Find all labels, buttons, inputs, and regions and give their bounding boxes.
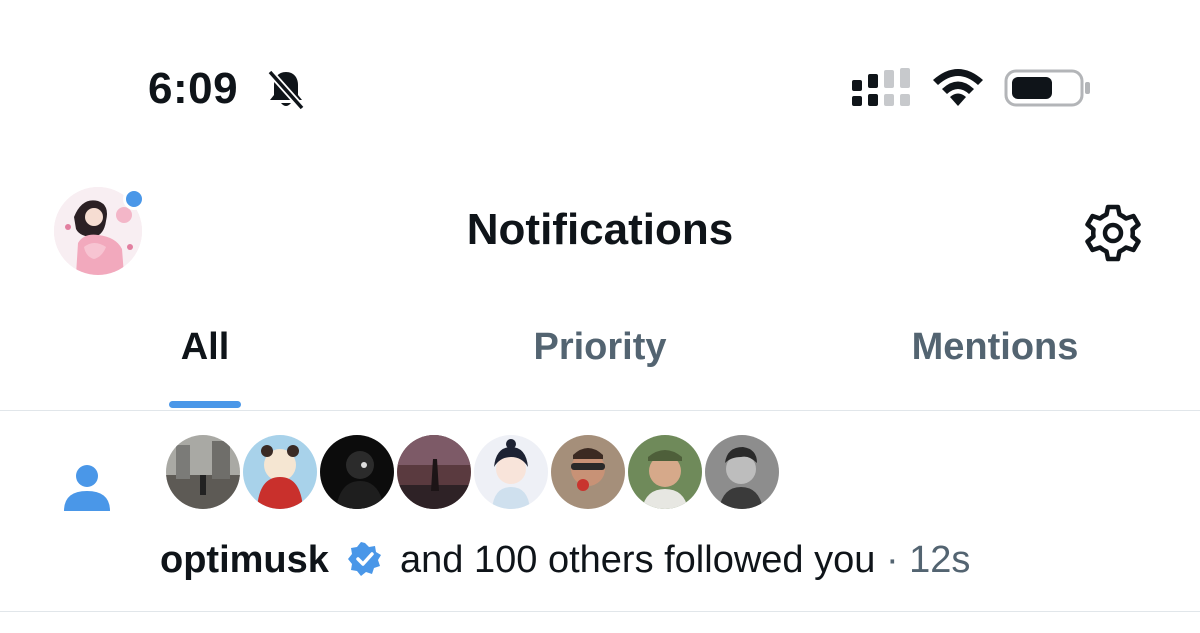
status-time: 6:09 — [148, 64, 239, 113]
tab-mentions[interactable]: Mentions — [870, 326, 1120, 369]
notifications-screen: 6:09 Notifications All Priority Mentions… — [0, 0, 1200, 633]
status-bar: 6:09 — [0, 0, 1200, 130]
follower-avatar[interactable] — [395, 433, 473, 511]
person-icon — [64, 465, 110, 511]
page-title: Notifications — [466, 205, 734, 254]
notification-separator: · — [885, 539, 899, 581]
verified-badge-icon — [348, 542, 382, 576]
notification-message: and 100 others followed you — [400, 539, 876, 581]
notification-time: 12s — [909, 539, 971, 581]
bell-slash-icon — [267, 69, 305, 110]
tab-priority[interactable]: Priority — [470, 326, 730, 369]
follower-avatars — [164, 433, 784, 511]
follower-avatar[interactable] — [703, 433, 781, 511]
header: Notifications — [0, 175, 1200, 285]
follower-avatar[interactable] — [472, 433, 550, 511]
follower-avatar[interactable] — [626, 433, 704, 511]
tab-all[interactable]: All — [100, 326, 310, 369]
follower-avatar[interactable] — [549, 433, 627, 511]
battery-icon — [1004, 69, 1090, 107]
settings-gear-icon[interactable] — [1083, 203, 1143, 263]
wifi-icon — [933, 69, 983, 106]
active-tab-indicator — [169, 401, 241, 408]
notification-username[interactable]: optimusk — [160, 539, 329, 581]
follower-avatar[interactable] — [241, 433, 319, 511]
notification-item[interactable]: optimusk and 100 others followed you · 1… — [0, 411, 1200, 612]
follower-avatar[interactable] — [318, 433, 396, 511]
notification-tabs: All Priority Mentions — [0, 300, 1200, 411]
notification-text: optimusk and 100 others followed you · 1… — [160, 539, 970, 582]
follower-avatar[interactable] — [164, 433, 242, 511]
cellular-signal-icon — [852, 68, 910, 106]
